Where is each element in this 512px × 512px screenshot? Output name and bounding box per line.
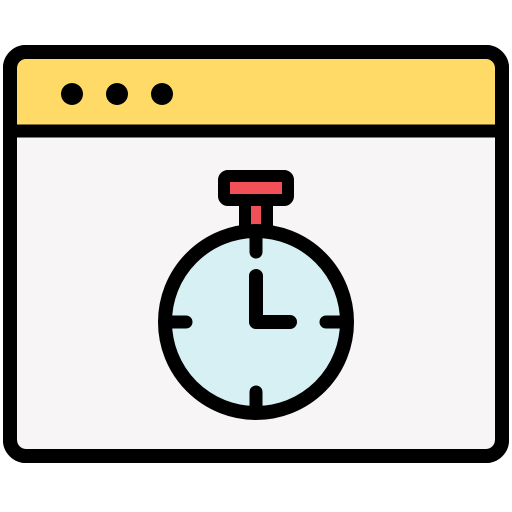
window-dot-icon-3 bbox=[151, 83, 173, 105]
browser-stopwatch-illustration bbox=[0, 0, 512, 512]
window-dot-icon-1 bbox=[61, 83, 83, 105]
stopwatch-button bbox=[218, 170, 294, 206]
window-dot-icon-2 bbox=[106, 83, 128, 105]
browser-window-stopwatch-icon bbox=[3, 45, 509, 463]
window-titlebar bbox=[17, 59, 495, 128]
